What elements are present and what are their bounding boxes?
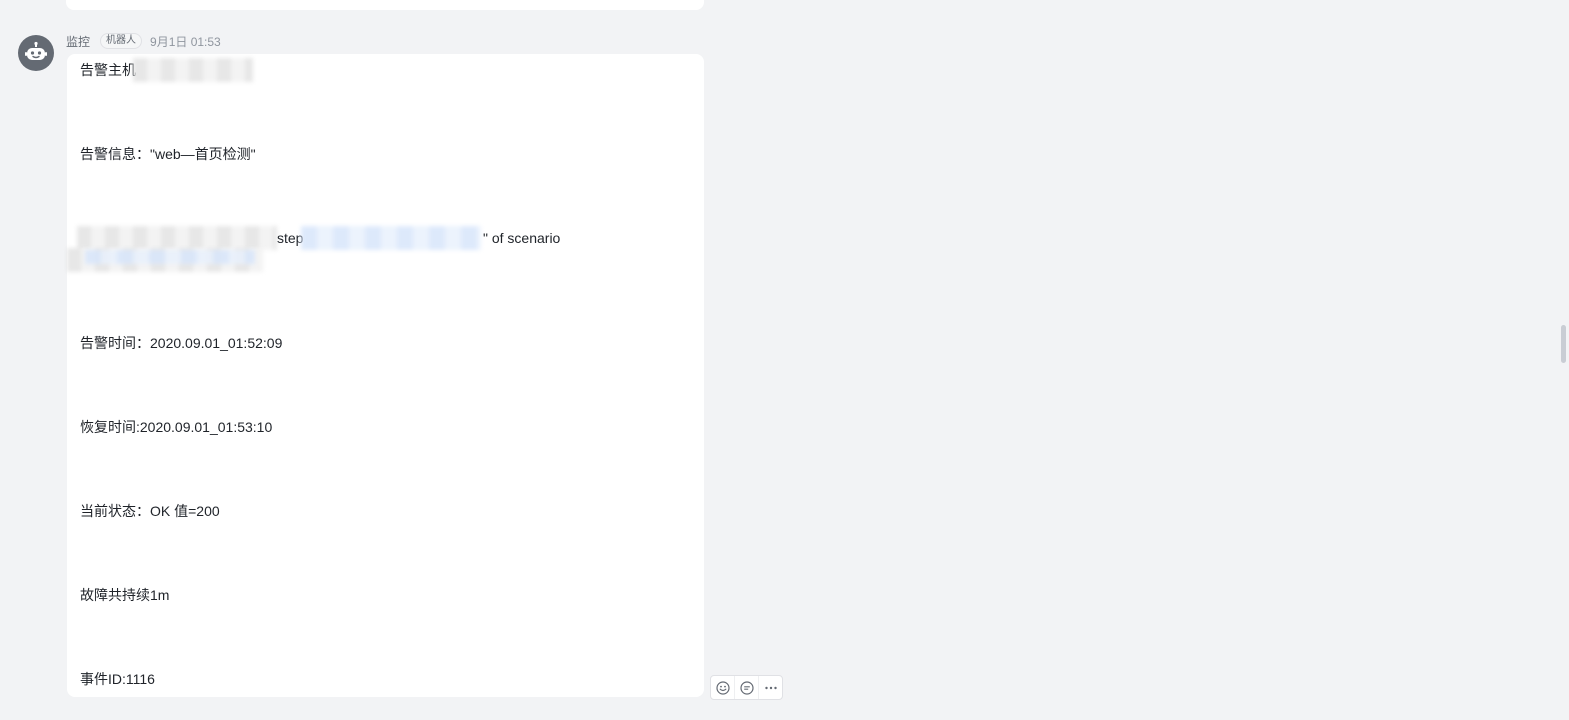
sender-name[interactable]: 监控 <box>66 33 90 50</box>
message-bubble[interactable]: 告警主机 告警信息："web—首页检测" step " of scenario … <box>67 54 704 697</box>
scrollbar-thumb[interactable] <box>1561 325 1566 363</box>
alert-host-line: 告警主机 <box>80 60 136 80</box>
message-actions <box>710 675 783 700</box>
current-status-line: 当前状态：OK 值=200 <box>80 503 220 519</box>
previous-message-bubble <box>66 0 704 10</box>
redacted-host <box>133 58 253 82</box>
event-id-line: 事件ID:1116 <box>80 671 155 687</box>
redacted-detail-label <box>77 226 277 250</box>
bot-avatar[interactable] <box>18 35 54 71</box>
reaction-button[interactable] <box>711 676 735 699</box>
message-header: 监控 机器人 9月1日 01:53 <box>66 33 221 49</box>
chat-area: 监控 机器人 9月1日 01:53 告警主机 告警信息："web—首页检测" s… <box>0 0 1569 720</box>
message-time: 9月1日 01:53 <box>150 34 221 49</box>
more-button[interactable] <box>759 676 782 699</box>
reply-icon <box>739 680 754 695</box>
redacted-scenario-name <box>85 250 255 264</box>
redacted-step-name <box>301 226 481 250</box>
bot-tag: 机器人 <box>100 33 143 49</box>
scenario-text: " of scenario <box>483 230 561 246</box>
alert-time-line: 告警时间：2020.09.01_01:52:09 <box>80 335 283 351</box>
emoji-icon <box>715 680 730 695</box>
robot-icon <box>25 41 47 60</box>
alert-host-label: 告警主机 <box>80 62 136 78</box>
reply-button[interactable] <box>735 676 759 699</box>
fault-duration-line: 故障共持续1m <box>80 587 170 603</box>
more-icon <box>764 686 777 689</box>
recovery-time-line: 恢复时间:2020.09.01_01:53:10 <box>80 419 273 435</box>
alert-info-line: 告警信息："web—首页检测" <box>80 146 256 162</box>
step-text: step <box>277 230 304 246</box>
